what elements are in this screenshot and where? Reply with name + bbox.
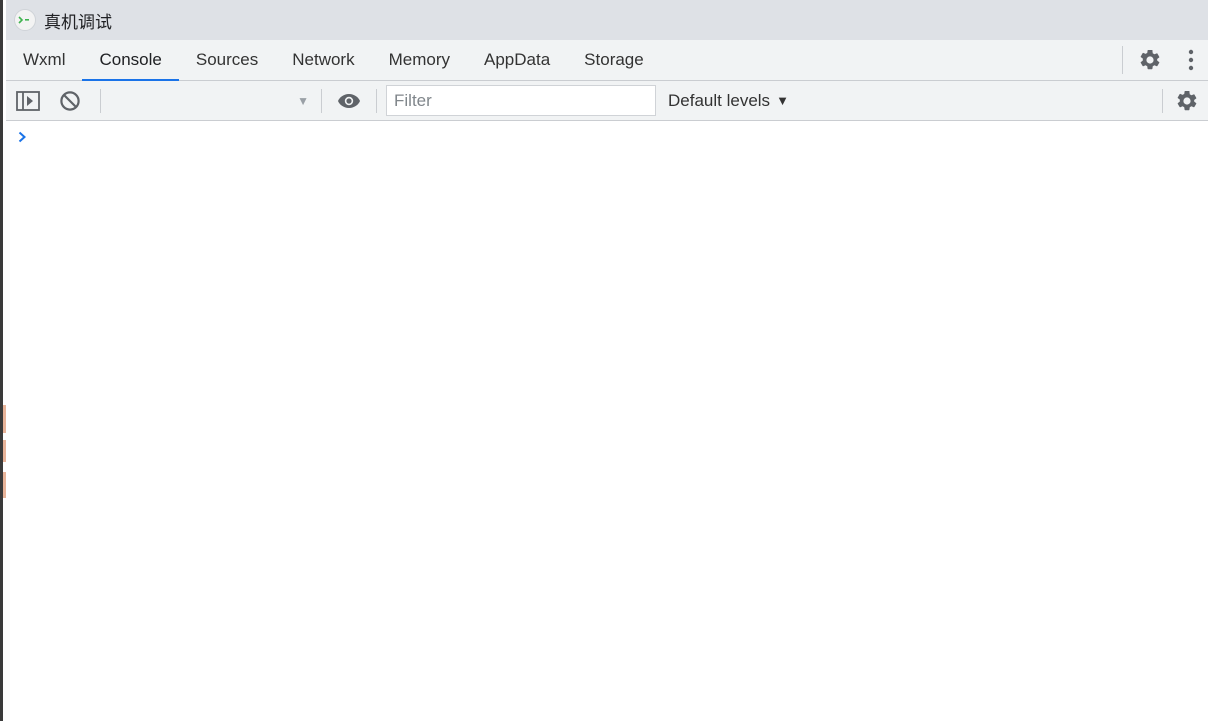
devtools-window: 真机调试 Wxml Console Sources Network Memory…	[0, 0, 1208, 721]
log-levels-dropdown[interactable]: Default levels ▼	[668, 91, 789, 111]
tab-network[interactable]: Network	[275, 40, 371, 80]
tab-label: AppData	[484, 50, 551, 69]
tab-wxml[interactable]: Wxml	[6, 40, 82, 80]
tab-memory[interactable]: Memory	[372, 40, 467, 80]
tabbar-spacer	[661, 40, 1122, 80]
filter-input[interactable]	[386, 85, 656, 116]
sidebar-toggle-button[interactable]	[6, 81, 50, 121]
clear-console-button[interactable]	[50, 81, 90, 121]
tab-sources[interactable]: Sources	[179, 40, 275, 80]
gear-icon	[1140, 49, 1160, 70]
tab-storage[interactable]: Storage	[567, 40, 661, 80]
wechat-devtools-app-icon	[14, 9, 36, 31]
chevron-right-icon	[18, 131, 26, 143]
clear-console-icon	[60, 90, 80, 111]
sidebar-toggle-icon	[16, 90, 40, 111]
toolbar-divider	[376, 88, 377, 113]
gear-icon	[1177, 90, 1197, 110]
console-settings-button[interactable]	[1163, 81, 1208, 121]
eye-icon	[338, 93, 360, 108]
log-levels-label: Default levels	[668, 90, 771, 110]
console-output-area[interactable]	[6, 121, 1208, 721]
kebab-menu-icon	[1188, 49, 1194, 71]
live-expression-button[interactable]	[322, 81, 376, 121]
console-prompt[interactable]	[6, 127, 1208, 147]
tab-appdata[interactable]: AppData	[467, 40, 567, 80]
dropdown-triangle-icon: ▼	[776, 93, 789, 108]
devtools-tabbar: Wxml Console Sources Network Memory AppD…	[6, 40, 1208, 81]
console-toolbar: ▼ Default levels ▼	[6, 81, 1208, 121]
tab-label: Storage	[584, 50, 644, 69]
dropdown-triangle-icon: ▼	[297, 93, 309, 108]
tab-label: Wxml	[23, 50, 66, 69]
window-titlebar: 真机调试	[6, 0, 1208, 40]
devtools-settings-button[interactable]	[1129, 40, 1171, 80]
more-options-button[interactable]	[1171, 40, 1208, 80]
tab-label: Network	[292, 50, 355, 69]
tab-label: Memory	[388, 50, 450, 69]
execution-context-select[interactable]: ▼	[101, 81, 321, 121]
tabbar-divider	[1122, 46, 1123, 74]
window-title: 真机调试	[44, 12, 112, 33]
tab-label: Sources	[195, 50, 259, 69]
tab-console[interactable]: Console	[82, 40, 180, 81]
tab-label: Console	[99, 50, 162, 69]
